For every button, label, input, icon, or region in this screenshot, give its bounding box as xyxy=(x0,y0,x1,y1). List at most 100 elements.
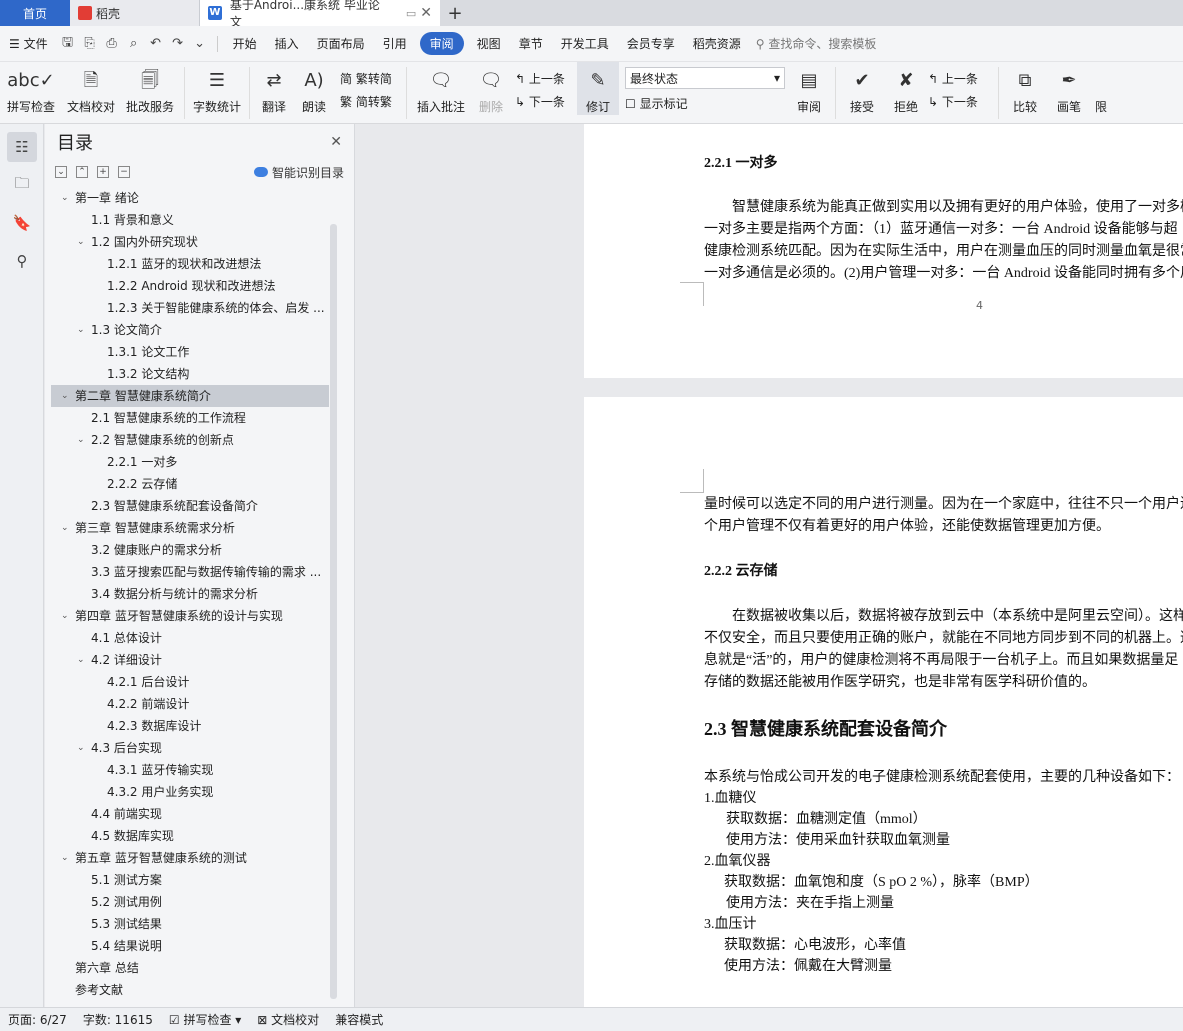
toc-item[interactable]: 2.1 智慧健康系统的工作流程 xyxy=(51,407,329,429)
toc-item[interactable]: 2.2.1 一对多 xyxy=(51,451,329,473)
t2s-button[interactable]: 简 繁转简 xyxy=(340,70,402,87)
toc-item[interactable]: ⌄ 1.2 国内外研究现状 xyxy=(51,231,329,253)
tab-home[interactable]: 首页 xyxy=(0,0,70,26)
toc-item[interactable]: 1.3.2 论文结构 xyxy=(51,363,329,385)
print-icon[interactable]: ⎙ xyxy=(101,36,123,51)
next-comment-button[interactable]: ↳ 下一条 xyxy=(515,93,577,110)
toc-item[interactable]: 2.2.2 云存储 xyxy=(51,473,329,495)
toc-item[interactable]: 第六章 总结 xyxy=(51,957,329,979)
toc-item[interactable]: 4.5 数据库实现 xyxy=(51,825,329,847)
toc-item[interactable]: 2.3 智慧健康系统配套设备简介 xyxy=(51,495,329,517)
status-spell-check[interactable]: ☑ 拼写检查 ▾ xyxy=(161,1011,249,1028)
word-count[interactable]: 字数: 11615 xyxy=(75,1011,161,1028)
search-command[interactable]: ⚲ 查找命令、搜索模板 xyxy=(756,35,877,52)
toc-item[interactable]: 5.2 测试用例 xyxy=(51,891,329,913)
insert-comment-button[interactable]: 🗨 插入批注 xyxy=(411,62,471,115)
redo-icon[interactable]: ↷ xyxy=(167,36,189,51)
chevron-down-icon[interactable]: ⌄ xyxy=(77,319,85,341)
menu-item[interactable]: 页面布局 xyxy=(308,35,374,52)
read-aloud-button[interactable]: A) 朗读 xyxy=(294,62,334,115)
toc-item[interactable]: ⌄ 1.3 论文简介 xyxy=(51,319,329,341)
menu-item[interactable]: 开发工具 xyxy=(552,35,618,52)
toc-item[interactable]: 5.4 结果说明 xyxy=(51,935,329,957)
toc-item[interactable]: ⌄ 2.2 智慧健康系统的创新点 xyxy=(51,429,329,451)
smart-toc-button[interactable]: 智能识别目录 xyxy=(253,164,344,181)
menu-item[interactable]: 稻壳资源 xyxy=(684,35,750,52)
menu-item[interactable]: 插入 xyxy=(266,35,308,52)
toc-item[interactable]: 1.2.3 关于智能健康系统的体会、启发 ... xyxy=(51,297,329,319)
close-icon[interactable]: ✕ xyxy=(330,134,342,150)
track-changes-button[interactable]: ✎ 修订 xyxy=(577,62,619,115)
menu-item[interactable]: 开始 xyxy=(224,35,266,52)
menu-item[interactable]: 审阅 xyxy=(419,32,464,55)
doc-proof-button[interactable]: 🗎 文档校对 xyxy=(62,62,120,115)
toc-item[interactable]: 1.2.1 蓝牙的现状和改进想法 xyxy=(51,253,329,275)
toc-item[interactable]: 1.3.1 论文工作 xyxy=(51,341,329,363)
export-icon[interactable]: ⎘ xyxy=(79,36,101,51)
restrict-button[interactable]: 限 xyxy=(1091,62,1111,115)
file-menu[interactable]: ☰ 文件 xyxy=(0,35,57,52)
page-indicator[interactable]: 页面: 6/27 xyxy=(0,1011,75,1028)
save-icon[interactable]: 🖫 xyxy=(57,33,79,55)
toc-item[interactable]: 4.2.1 后台设计 xyxy=(51,671,329,693)
toc-item[interactable]: 4.2.3 数据库设计 xyxy=(51,715,329,737)
toc-item[interactable]: 5.1 测试方案 xyxy=(51,869,329,891)
quick-access-dropdown-icon[interactable]: ⌄ xyxy=(189,36,211,51)
toc-item[interactable]: 参考文献 xyxy=(51,979,329,1001)
menu-item[interactable]: 视图 xyxy=(468,35,510,52)
menu-item[interactable]: 章节 xyxy=(510,35,552,52)
reject-button[interactable]: ✘ 拒绝 xyxy=(884,62,928,115)
toc-item[interactable]: ⌄ 第一章 绪论 xyxy=(51,187,329,209)
toc-item[interactable]: ⌄ 4.2 详细设计 xyxy=(51,649,329,671)
expand-up-icon[interactable]: ⌃ xyxy=(76,166,88,178)
search-icon[interactable]: ⚲ xyxy=(7,246,37,276)
print-preview-icon[interactable]: ⌕ xyxy=(123,36,145,51)
toc-item[interactable]: 3.3 蓝牙搜索匹配与数据传输传输的需求 ... xyxy=(51,561,329,583)
chevron-down-icon[interactable]: ⌄ xyxy=(77,231,85,253)
delete-comment-button[interactable]: 🗨 删除 xyxy=(471,62,511,115)
toc-item[interactable]: 3.2 健康账户的需求分析 xyxy=(51,539,329,561)
markup-state-select[interactable]: 最终状态 ▾ xyxy=(625,67,785,89)
chevron-down-icon[interactable]: ⌄ xyxy=(61,517,69,539)
tab-daoke[interactable]: 稻壳 xyxy=(70,0,200,26)
chevron-down-icon[interactable]: ⌄ xyxy=(61,187,69,209)
show-markup-button[interactable]: ☐ 显示标记 xyxy=(625,95,787,112)
review-pane-button[interactable]: ▤ 审阅 xyxy=(787,62,831,115)
translate-button[interactable]: ⇄ 翻译 xyxy=(254,62,294,115)
new-tab-button[interactable]: + xyxy=(440,0,470,26)
toc-scrollbar[interactable] xyxy=(330,224,337,999)
toc-item[interactable]: 4.3.1 蓝牙传输实现 xyxy=(51,759,329,781)
chevron-down-icon[interactable]: ⌄ xyxy=(61,847,69,869)
menu-item[interactable]: 会员专享 xyxy=(618,35,684,52)
toc-item[interactable]: ⌄ 第五章 蓝牙智慧健康系统的测试 xyxy=(51,847,329,869)
toc-item[interactable]: 1.1 背景和意义 xyxy=(51,209,329,231)
toc-item[interactable]: 5.3 测试结果 xyxy=(51,913,329,935)
accept-button[interactable]: ✔ 接受 xyxy=(840,62,884,115)
toc-item[interactable]: ⌄ 第三章 智慧健康系统需求分析 xyxy=(51,517,329,539)
remove-level-icon[interactable]: − xyxy=(118,166,130,178)
toc-item[interactable]: ⌄ 第四章 蓝牙智慧健康系统的设计与实现 xyxy=(51,605,329,627)
chevron-down-icon[interactable]: ⌄ xyxy=(61,385,69,407)
menu-item[interactable]: 引用 xyxy=(374,35,416,52)
pen-button[interactable]: ✒ 画笔 xyxy=(1047,62,1091,115)
batch-service-button[interactable]: 🗐 批改服务 xyxy=(120,62,180,115)
spell-check-button[interactable]: abc✓ 拼写检查 xyxy=(0,62,62,115)
bookmark-icon[interactable]: 🔖 xyxy=(7,208,37,238)
toc-item[interactable]: 4.1 总体设计 xyxy=(51,627,329,649)
toc-pane-icon[interactable]: ☷ xyxy=(7,132,37,162)
undo-icon[interactable]: ↶ xyxy=(145,36,167,51)
toc-item[interactable]: 3.4 数据分析与统计的需求分析 xyxy=(51,583,329,605)
chevron-down-icon[interactable]: ⌄ xyxy=(61,605,69,627)
word-count-button[interactable]: ☰ 字数统计 xyxy=(189,62,245,115)
add-level-icon[interactable]: + xyxy=(97,166,109,178)
collapse-all-icon[interactable]: ⌄ xyxy=(55,166,67,178)
toc-item[interactable]: 4.2.2 前端设计 xyxy=(51,693,329,715)
s2t-button[interactable]: 繁 简转繁 xyxy=(340,93,402,110)
toc-item[interactable]: 4.3.2 用户业务实现 xyxy=(51,781,329,803)
chevron-down-icon[interactable]: ⌄ xyxy=(77,429,85,451)
next-change-button[interactable]: ↳ 下一条 xyxy=(928,93,994,110)
chapter-pane-icon[interactable]: 🗀 xyxy=(7,170,37,200)
chevron-down-icon[interactable]: ⌄ xyxy=(77,649,85,671)
toc-item[interactable]: 4.4 前端实现 xyxy=(51,803,329,825)
tab-document[interactable]: W 基于Androi...康系统 毕业论文 ▭ ✕ xyxy=(200,0,440,29)
